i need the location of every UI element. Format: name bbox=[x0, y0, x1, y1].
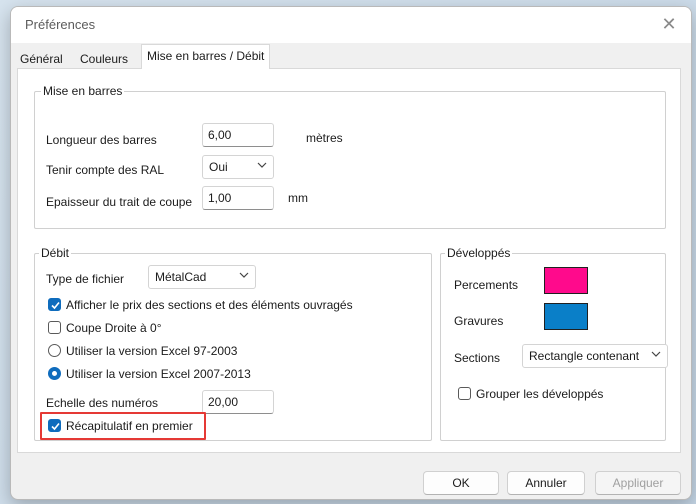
afficher-prix-checkbox[interactable] bbox=[48, 298, 61, 311]
longueur-unit: mètres bbox=[306, 131, 343, 145]
ral-select[interactable]: Oui bbox=[202, 155, 274, 179]
percements-label: Percements bbox=[454, 278, 519, 292]
afficher-prix-label[interactable]: Afficher le prix des sections et des élé… bbox=[66, 298, 353, 312]
sections-select-value: Rectangle contenant bbox=[529, 349, 640, 363]
group-legend-debit: Débit bbox=[39, 246, 72, 260]
chevron-down-icon bbox=[257, 160, 267, 170]
sections-select[interactable]: Rectangle contenant bbox=[522, 344, 668, 368]
appliquer-button[interactable]: Appliquer bbox=[595, 471, 681, 495]
ral-select-value: Oui bbox=[209, 160, 228, 174]
percements-color-swatch[interactable] bbox=[544, 267, 588, 294]
gravures-label: Gravures bbox=[454, 314, 504, 328]
recapitulatif-checkbox[interactable] bbox=[48, 419, 61, 432]
checkmark-icon bbox=[51, 422, 60, 431]
grouper-label[interactable]: Grouper les développés bbox=[476, 387, 603, 401]
chevron-down-icon bbox=[239, 270, 249, 280]
grouper-checkbox[interactable] bbox=[458, 387, 471, 400]
excel-2007-radio[interactable] bbox=[48, 367, 61, 380]
ral-label: Tenir compte des RAL bbox=[46, 163, 165, 177]
type-fichier-select[interactable]: MétalCad bbox=[148, 265, 256, 289]
chevron-down-icon bbox=[651, 349, 661, 359]
window-title: Préférences bbox=[25, 17, 96, 32]
echelle-label: Echelle des numéros bbox=[46, 396, 159, 410]
excel-2007-label[interactable]: Utiliser la version Excel 2007-2013 bbox=[66, 367, 251, 381]
title-bar: Préférences ✕ bbox=[11, 7, 691, 43]
longueur-input[interactable]: 6,00 bbox=[202, 123, 274, 147]
group-legend-developpes: Développés bbox=[445, 246, 513, 260]
epaisseur-input[interactable]: 1,00 bbox=[202, 186, 274, 210]
excel-97-label[interactable]: Utiliser la version Excel 97-2003 bbox=[66, 344, 237, 358]
close-icon[interactable]: ✕ bbox=[655, 13, 683, 37]
annuler-button[interactable]: Annuler bbox=[507, 471, 585, 495]
preferences-dialog: Préférences ✕ Général Couleurs Mise en b… bbox=[10, 6, 692, 500]
recapitulatif-label[interactable]: Récapitulatif en premier bbox=[66, 419, 193, 433]
tab-general[interactable]: Général bbox=[15, 50, 68, 68]
sections-label: Sections bbox=[454, 351, 501, 365]
tab-couleurs[interactable]: Couleurs bbox=[75, 50, 134, 68]
type-fichier-label: Type de fichier bbox=[46, 272, 125, 286]
epaisseur-unit: mm bbox=[288, 191, 308, 205]
group-legend-mise-en-barres: Mise en barres bbox=[41, 84, 125, 98]
tab-panel: Mise en barres Longueur des barres 6,00 … bbox=[17, 68, 681, 453]
epaisseur-label: Epaisseur du trait de coupe bbox=[46, 195, 193, 209]
excel-97-radio[interactable] bbox=[48, 344, 61, 357]
coupe-droite-checkbox[interactable] bbox=[48, 321, 61, 334]
gravures-color-swatch[interactable] bbox=[544, 303, 588, 330]
longueur-label: Longueur des barres bbox=[46, 133, 157, 147]
ok-button[interactable]: OK bbox=[423, 471, 499, 495]
echelle-input[interactable]: 20,00 bbox=[202, 390, 274, 414]
coupe-droite-label[interactable]: Coupe Droite à 0° bbox=[66, 321, 162, 335]
tab-mise-en-barres-debit[interactable]: Mise en barres / Débit bbox=[141, 44, 271, 69]
checkmark-icon bbox=[51, 301, 60, 310]
type-fichier-select-value: MétalCad bbox=[155, 270, 207, 284]
